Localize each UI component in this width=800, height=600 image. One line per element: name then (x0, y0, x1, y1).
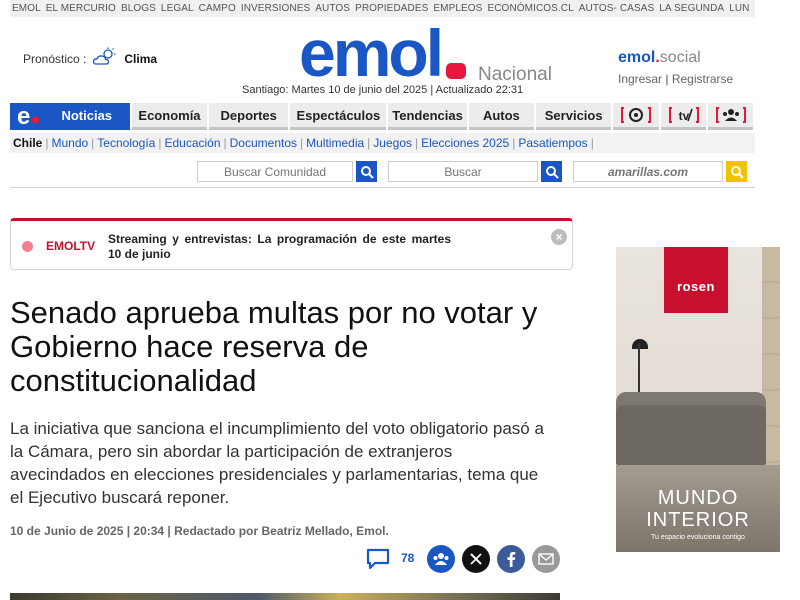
subnav-juegos[interactable]: Juegos (373, 136, 412, 150)
nav-espectaculos[interactable]: Espectáculos (290, 103, 387, 130)
toplink-emol[interactable]: EMOL (12, 3, 41, 14)
ad-tagline: Tu espacio evoluciona contigo (651, 534, 745, 541)
radio-icon[interactable] (613, 103, 659, 130)
header-divider (10, 187, 755, 188)
toplink-legal[interactable]: LEGAL (161, 3, 194, 14)
comments-button[interactable] (366, 545, 390, 573)
live-dot-icon (22, 241, 33, 252)
comment-icon (366, 548, 390, 570)
nav-economia[interactable]: Economía (131, 103, 208, 130)
facebook-share-button[interactable] (497, 545, 525, 573)
x-share-button[interactable] (462, 545, 490, 573)
close-icon[interactable]: × (551, 229, 567, 245)
nav-noticias[interactable]: Noticias (43, 103, 130, 130)
login-link[interactable]: Ingresar (618, 72, 662, 86)
subnav-chile[interactable]: Chile (13, 136, 42, 150)
subnav-elecciones[interactable]: Elecciones 2025 (421, 136, 509, 150)
toplink-campo[interactable]: CAMPO (199, 3, 236, 14)
emoltv-banner[interactable]: EMOLTV Streaming y entrevistas: La progr… (10, 218, 573, 270)
article-lead: La iniciativa que sanciona el incumplimi… (10, 419, 544, 507)
auth-links: Ingresar | Registrarse (618, 72, 733, 86)
subnav-educacion[interactable]: Educación (164, 136, 220, 150)
comments-count[interactable]: 78 (401, 551, 414, 565)
x-logo-icon (470, 553, 482, 565)
community-icon[interactable] (708, 103, 753, 130)
partly-cloudy-icon[interactable] (92, 47, 118, 70)
search-icon (545, 165, 559, 179)
top-links-bar: EMOL EL MERCURIO BLOGS LEGAL CAMPO INVER… (10, 0, 755, 17)
nav-tendencias[interactable]: Tendencias (388, 103, 467, 130)
toplink-blogs[interactable]: BLOGS (121, 3, 156, 14)
search-icon (730, 165, 744, 179)
home-dot (32, 117, 39, 123)
home-button[interactable]: e (10, 103, 44, 130)
advertisement[interactable]: rosen MUNDO INTERIOR Tu espacio evolucio… (616, 247, 780, 552)
article-photo[interactable] (10, 593, 560, 600)
nav-autos[interactable]: Autos (468, 103, 535, 130)
ad-title-line1: MUNDO (657, 487, 739, 509)
community-search-button[interactable] (356, 161, 377, 182)
article-byline: 10 de Junio de 2025 | 20:34 | Redactado … (10, 524, 389, 538)
nav-servicios[interactable]: Servicios (536, 103, 612, 130)
toplink-empleos[interactable]: EMPLEOS (433, 3, 482, 14)
section-title: Nacional (478, 64, 552, 85)
social-brand: emol (618, 49, 656, 66)
emoltv-text[interactable]: Streaming y entrevistas: La programación… (108, 232, 451, 262)
ad-lamp-shade (632, 339, 648, 349)
facebook-icon (507, 552, 516, 567)
subnav-pasatiempos[interactable]: Pasatiempos (518, 136, 587, 150)
toplink-autos-casas[interactable]: AUTOS- CASAS (579, 3, 654, 14)
social-suffix: social (659, 49, 701, 66)
community-search-input[interactable] (197, 161, 353, 182)
ad-brand-logo: rosen (664, 247, 728, 313)
weather-link[interactable]: Clima (124, 52, 157, 66)
community-share-button[interactable] (427, 545, 455, 573)
subnav-documentos[interactable]: Documentos (230, 136, 297, 150)
subnav-multimedia[interactable]: Multimedia (306, 136, 364, 150)
search-icon (360, 165, 374, 179)
logo-red-dot (446, 63, 466, 79)
toplink-inversiones[interactable]: INVERSIONES (241, 3, 310, 14)
ad-sofa (616, 405, 766, 465)
emol-logo[interactable]: emol (299, 20, 444, 86)
nav-deportes[interactable]: Deportes (209, 103, 289, 130)
sub-nav: Chile | Mundo | Tecnología | Educación | Doc… (10, 133, 755, 153)
envelope-icon (538, 553, 554, 565)
emol-social-logo[interactable]: emol.social (618, 49, 701, 67)
dateline: Santiago: Martes 10 de junio del 2025 | … (242, 84, 524, 96)
subnav-mundo[interactable]: Mundo (51, 136, 88, 150)
auth-separator: | (665, 72, 669, 86)
amarillas-search-input[interactable] (573, 161, 723, 182)
community-icon (433, 553, 449, 565)
toplink-la-segunda[interactable]: LA SEGUNDA (659, 3, 724, 14)
toplink-el-mercurio[interactable]: EL MERCURIO (46, 3, 116, 14)
register-link[interactable]: Registrarse (672, 72, 733, 86)
article-headline: Senado aprueba multas por no votar y Gob… (10, 295, 538, 398)
emoltv-label: EMOLTV (46, 239, 96, 253)
main-search-button[interactable] (541, 161, 562, 182)
toplink-propiedades[interactable]: PROPIEDADES (355, 3, 428, 14)
tv-icon[interactable]: tv (660, 103, 707, 130)
email-share-button[interactable] (532, 545, 560, 573)
amarillas-search-button[interactable] (726, 161, 747, 182)
main-search-input[interactable] (388, 161, 538, 182)
toplink-economicos[interactable]: ECONÓMICOS.CL (487, 3, 573, 14)
toplink-autos[interactable]: AUTOS (315, 3, 350, 14)
toplink-lun[interactable]: LUN (729, 3, 749, 14)
ad-title-line2: INTERIOR (646, 509, 750, 531)
main-nav: e Noticias Economía Deportes Espectáculo… (10, 103, 755, 130)
forecast-label: Pronóstico : (23, 51, 87, 66)
weather-widget: Pronóstico : Clima (23, 47, 157, 70)
home-e-icon: e (17, 103, 31, 130)
subnav-tecnologia[interactable]: Tecnología (97, 136, 155, 150)
